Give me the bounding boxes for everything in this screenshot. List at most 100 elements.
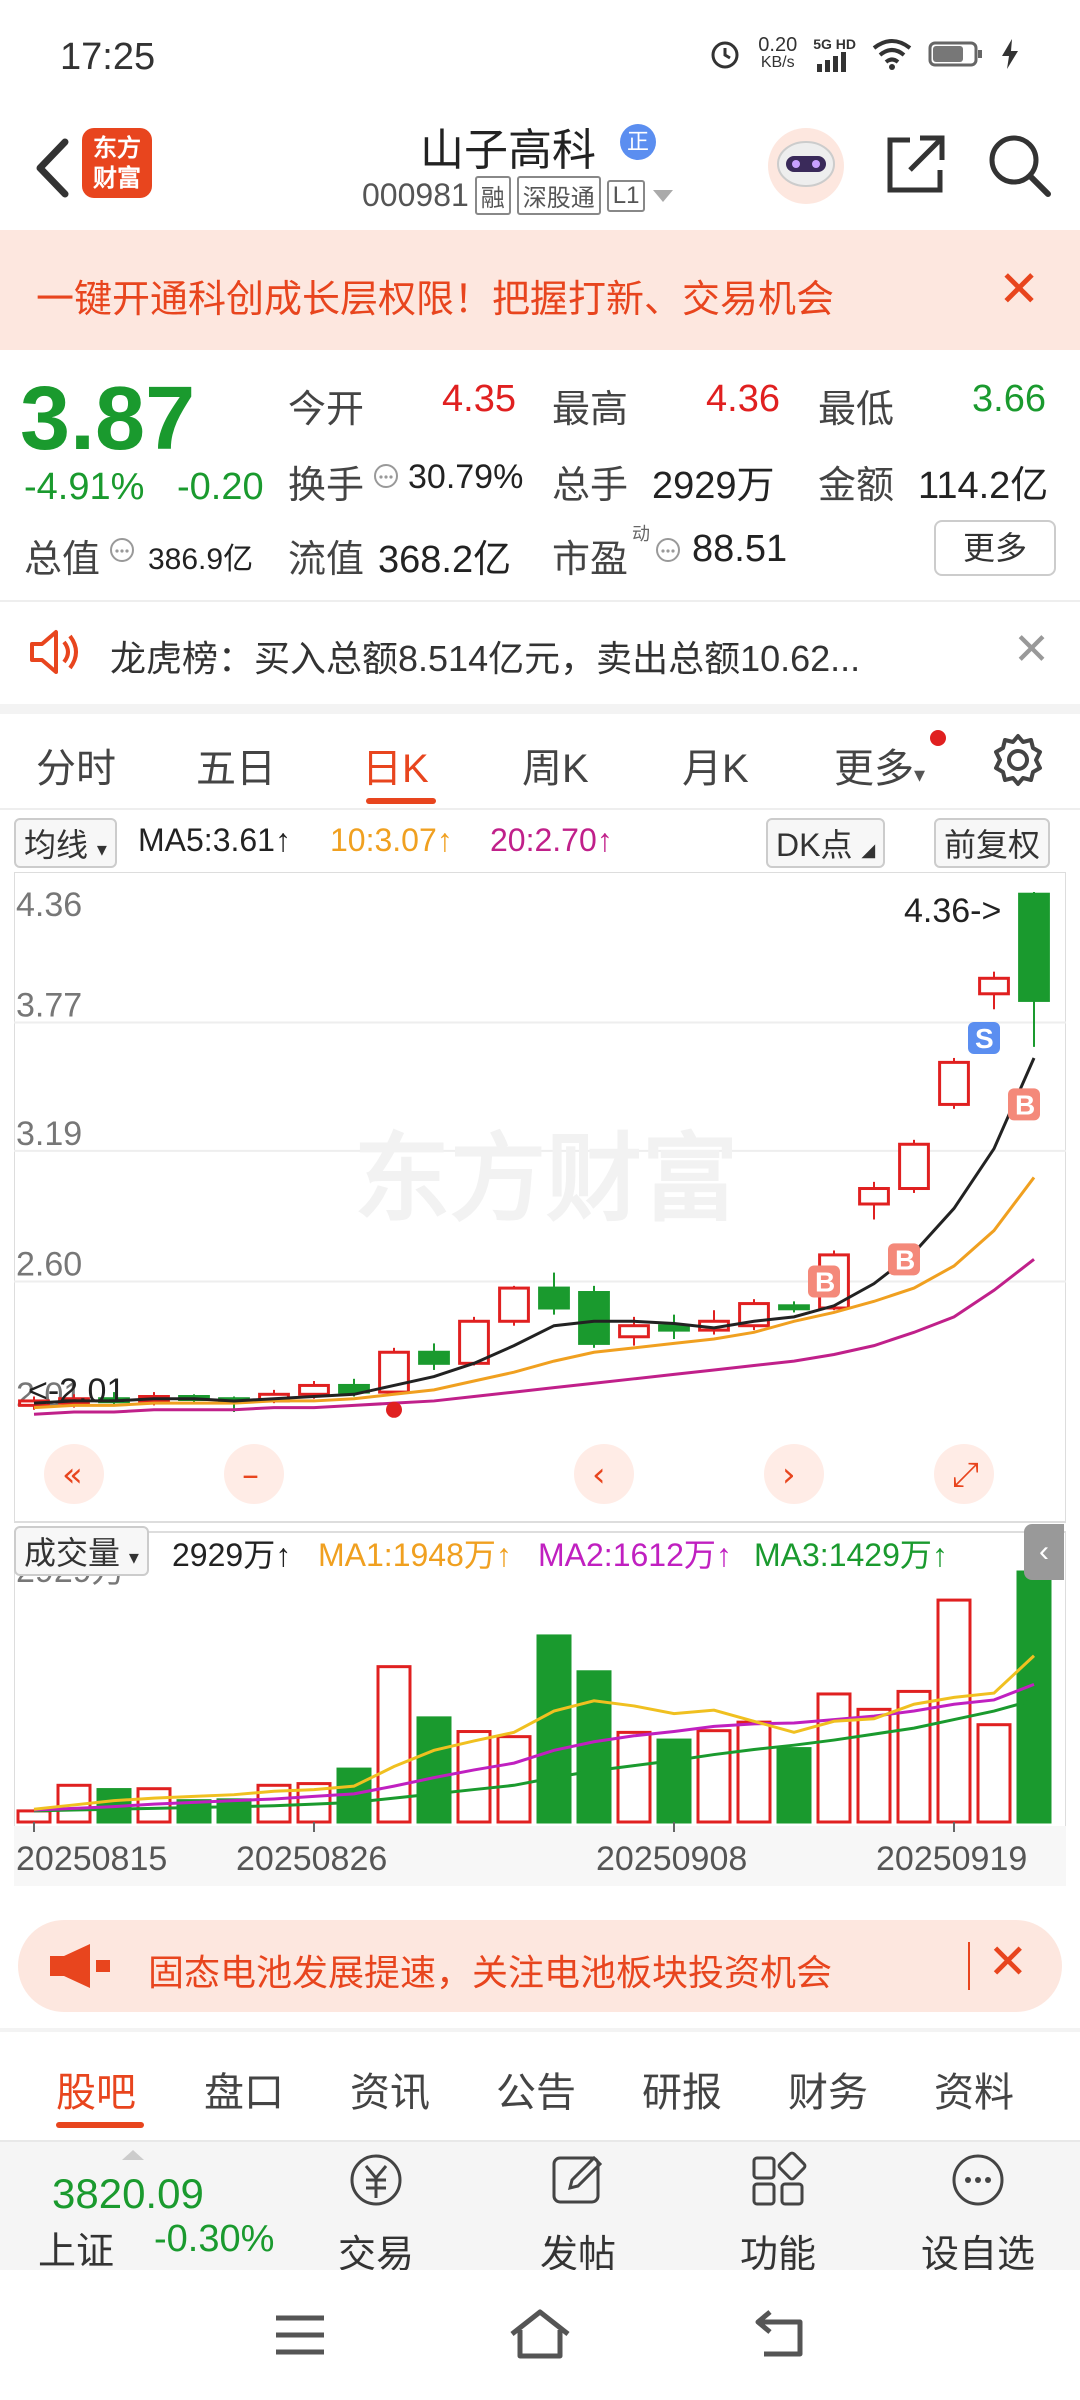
home-icon[interactable] <box>508 2306 572 2362</box>
adjust-button[interactable]: 前复权 <box>934 818 1051 868</box>
stock-code-row[interactable]: 000981 融 深股通 L1 <box>362 176 675 215</box>
nav-functions[interactable]: 功能 <box>718 2148 838 2278</box>
volume-legend-row: 成交量 ▾ 2929万↑ MA1:1948万↑ MA2:1612万↑ MA3:1… <box>14 1524 1074 1580</box>
stock-code: 000981 <box>362 177 469 213</box>
volume-bar <box>16 1809 52 1824</box>
content-tabs: 股吧 盘口 资讯 公告 研报 财务 资料 <box>0 2050 1080 2130</box>
candle-body <box>618 1324 650 1339</box>
volume-bar <box>576 1670 612 1824</box>
close-icon[interactable]: ✕ <box>998 260 1040 318</box>
candle-body <box>1018 892 1050 1002</box>
subtab-announcements[interactable]: 公告 <box>496 2060 576 2118</box>
k-line-chart[interactable]: 4.363.773.192.602.01东方财富4.36-><-2.01BBSB… <box>14 872 1066 1892</box>
watermark-text: 东方财富 <box>354 1123 738 1235</box>
gear-icon[interactable] <box>990 732 1046 788</box>
amount-value: 114.2亿 <box>918 465 1049 507</box>
dragon-tiger-text: 龙虎榜：买入总额8.514亿元，卖出总额10.62... <box>110 638 861 679</box>
share-icon[interactable] <box>880 130 950 200</box>
vol-ma3: MA3:1429万↑ <box>754 1537 948 1573</box>
info-icon[interactable] <box>654 536 682 564</box>
subtab-guba[interactable]: 股吧 <box>56 2060 136 2118</box>
tab-five-day[interactable]: 五日 <box>196 736 276 794</box>
nav-post[interactable]: 发帖 <box>518 2148 638 2278</box>
current-price: 3.87 <box>20 369 196 469</box>
info-icon[interactable] <box>108 536 136 564</box>
ma-selector[interactable]: 均线 ▾ <box>14 818 117 868</box>
volume-bar <box>696 1729 732 1824</box>
volume-label: 总手 <box>552 465 629 507</box>
tag-level: L1 <box>606 179 646 212</box>
index-name[interactable]: 上证 <box>38 2220 114 2275</box>
date-label: 20250908 <box>596 1840 747 1878</box>
subtab-orderbook[interactable]: 盘口 <box>204 2060 284 2118</box>
notification-dot <box>930 730 946 746</box>
menu-icon[interactable] <box>272 2310 328 2360</box>
volume-value: 2929万 <box>652 465 775 507</box>
pe-value: 88.51 <box>692 528 788 570</box>
change-amount: -0.20 <box>176 466 264 508</box>
tag-connect: 深股通 <box>516 176 601 215</box>
speaker-icon <box>30 630 78 674</box>
signal-icon <box>816 52 846 72</box>
volume-bar <box>1016 1570 1052 1824</box>
news-notice-text: 固态电池发展提速，关注电池板块投资机会 <box>148 1952 833 1993</box>
amount-label: 金额 <box>818 465 895 507</box>
open-value: 4.35 <box>442 378 516 420</box>
dk-point-button[interactable]: DK点 ◢ <box>766 818 886 868</box>
more-quote-button[interactable]: 更多 <box>934 520 1056 576</box>
pe-label: 市盈 <box>552 539 629 581</box>
volume-bar <box>456 1730 492 1824</box>
volume-bar <box>416 1716 452 1824</box>
candle-body <box>298 1383 330 1396</box>
stock-header: 东方 财富 山子高科 正 000981 融 深股通 L1 <box>0 110 1080 230</box>
news-notice[interactable]: 固态电池发展提速，关注电池板块投资机会 ✕ <box>18 1920 1062 2012</box>
dragon-tiger-bar[interactable]: 龙虎榜：买入总额8.514亿元，卖出总额10.62... ✕ <box>0 600 1080 704</box>
close-icon[interactable]: ✕ <box>1013 624 1050 675</box>
subtab-news[interactable]: 资讯 <box>350 2060 430 2118</box>
subtab-finance[interactable]: 财务 <box>788 2060 868 2118</box>
promo-banner[interactable]: 一键开通科创成长层权限！把握打新、交易机会 ✕ <box>0 230 1080 350</box>
nav-trade[interactable]: 交易 <box>316 2148 436 2278</box>
chart-nav-glyph: – <box>242 1455 259 1495</box>
date-label: 20250815 <box>16 1840 167 1878</box>
status-bar: 17:25 0.20 KB/s 5G HD <box>0 0 1080 110</box>
charging-icon <box>1002 39 1018 69</box>
status-time: 17:25 <box>60 36 156 78</box>
volume-selector[interactable]: 成交量 ▾ <box>14 1526 149 1576</box>
candle-body <box>538 1286 570 1310</box>
tab-daily-k[interactable]: 日K <box>362 736 429 794</box>
subtab-profile[interactable]: 资料 <box>934 2060 1014 2118</box>
nav-add-watchlist[interactable]: 设自选 <box>918 2148 1038 2278</box>
collapse-panel-button[interactable]: ‹ <box>1024 1524 1064 1580</box>
min-price-label: <-2.01 <box>28 1372 125 1410</box>
tab-intraday[interactable]: 分时 <box>36 736 116 794</box>
robot-assistant-icon[interactable] <box>764 124 848 208</box>
price-change: -4.91% -0.20 <box>24 466 264 509</box>
info-icon[interactable] <box>372 462 400 490</box>
edit-icon <box>552 2155 603 2204</box>
subtab-research[interactable]: 研报 <box>642 2060 722 2118</box>
ma5-label: MA5:3.61↑ <box>138 822 291 858</box>
back-nav-icon[interactable] <box>752 2308 808 2360</box>
index-value[interactable]: 3820.09 <box>52 2170 204 2218</box>
more-circle-icon <box>952 2154 1004 2206</box>
zheng-badge: 正 <box>620 124 656 160</box>
tab-weekly-k[interactable]: 周K <box>522 736 589 794</box>
search-icon[interactable] <box>984 130 1054 200</box>
candle-body <box>658 1324 690 1332</box>
volume-total: 2929万↑ <box>172 1537 292 1573</box>
float-label: 流值 <box>288 539 365 581</box>
signal-label: B <box>1015 1089 1035 1120</box>
candle-body <box>898 1142 930 1191</box>
tab-more[interactable]: 更多▾ <box>834 736 925 794</box>
tab-monthly-k[interactable]: 月K <box>682 736 749 794</box>
index-change: -0.30% <box>154 2218 275 2260</box>
close-icon[interactable]: ✕ <box>988 1934 1028 1990</box>
volume-bar <box>216 1798 252 1824</box>
back-icon[interactable] <box>20 128 90 208</box>
chart-nav-glyph: ⤢ <box>952 1455 979 1495</box>
candle-body <box>458 1319 490 1365</box>
candle-body <box>418 1350 450 1365</box>
change-percent: -4.91% <box>24 466 145 508</box>
battery-icon <box>928 41 982 67</box>
